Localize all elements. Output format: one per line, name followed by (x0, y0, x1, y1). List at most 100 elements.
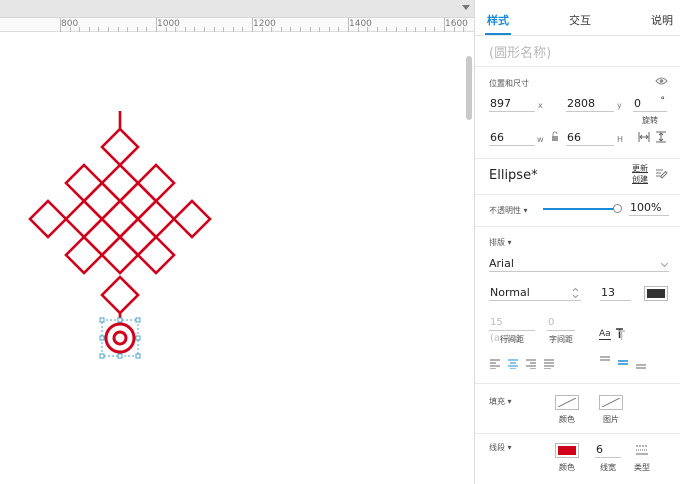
font-family-value: Arial (489, 257, 514, 270)
opacity-slider-knob[interactable] (613, 204, 622, 213)
knot-diamond[interactable] (136, 199, 176, 239)
font-family-select[interactable]: Arial (489, 256, 669, 272)
edit-style-icon[interactable] (655, 168, 668, 183)
font-weight-select[interactable]: Normal (489, 285, 581, 301)
border-title: 线段 ▾ (489, 443, 512, 452)
knot-diamond[interactable] (64, 163, 104, 203)
y-label: y (617, 101, 622, 110)
divider (475, 158, 680, 159)
create-label: 创建 (632, 175, 648, 184)
x-field[interactable]: 897 (489, 96, 535, 112)
divider (475, 66, 680, 67)
opacity-slider-track[interactable] (543, 208, 617, 210)
knot-bottom-diamond[interactable] (100, 275, 140, 315)
chevron-down-icon[interactable] (462, 5, 470, 10)
knot-right-diamond[interactable] (172, 199, 212, 239)
chevron-down-icon (660, 259, 669, 268)
align-right-icon[interactable] (525, 359, 537, 372)
knot-left-diamond[interactable] (28, 199, 68, 239)
font-size-field[interactable]: 13 (600, 285, 631, 301)
line-type-label: 类型 (634, 463, 650, 472)
opacity-label: 不透明性 ▾ (489, 206, 528, 215)
align-center-icon[interactable] (507, 359, 519, 372)
x-label: x (538, 101, 543, 110)
ruler-label: 1000 (157, 19, 180, 29)
align-justify-icon[interactable] (543, 359, 555, 372)
divider (475, 194, 680, 195)
design-canvas[interactable]: 800 1000 1200 1400 1600 (0, 0, 474, 484)
height-field[interactable]: 66 (566, 130, 614, 146)
text-format-icon[interactable]: Aa (599, 329, 611, 340)
char-spacing-field[interactable]: 0 (547, 315, 575, 331)
rotation-label: 旋转 (642, 116, 658, 125)
ruler-label: 800 (61, 19, 79, 29)
inspector-tabs: 样式 交互 说明 (475, 0, 680, 36)
knot-diamond[interactable] (100, 163, 140, 203)
border-width-label: 线宽 (600, 463, 616, 472)
rotation-field[interactable]: 0 ° (633, 96, 667, 112)
fill-color-swatch[interactable] (555, 395, 579, 410)
font-weight-value: Normal (490, 286, 530, 299)
shape-type-label: Ellipse* (489, 168, 538, 183)
position-size-title: 位置和尺寸 (489, 79, 529, 88)
knot-inner-diamond[interactable] (118, 217, 158, 257)
text-shadow-icon[interactable] (615, 328, 626, 343)
fill-title: 填充 ▾ (489, 397, 512, 406)
inspector-panel: 样式 交互 说明 (圆形名称) 位置和尺寸 897 x 2808 y 0 ° 旋… (474, 0, 680, 484)
border-color-label: 颜色 (559, 463, 575, 472)
line-spacing-field[interactable]: 15 (auto) (489, 315, 535, 344)
fit-height-icon[interactable] (655, 131, 667, 146)
align-left-icon[interactable] (489, 359, 501, 372)
fill-image-swatch[interactable] (599, 395, 623, 410)
knot-inner-diamond[interactable] (118, 181, 158, 221)
divider (475, 433, 680, 434)
border-color-fill (558, 446, 576, 455)
ruler-label: 1200 (253, 19, 276, 29)
knot-diamond[interactable] (64, 199, 104, 239)
active-tab-indicator (485, 33, 511, 35)
degree-symbol: ° (660, 96, 666, 106)
opacity-field[interactable]: 100% (629, 200, 669, 216)
char-spacing-label: 字间距 (549, 335, 573, 344)
valign-middle-icon[interactable] (617, 355, 629, 372)
knot-diamond[interactable] (136, 163, 176, 203)
eye-icon[interactable] (655, 76, 668, 89)
tab-interaction[interactable]: 交互 (569, 12, 591, 28)
typography-title: 排版 ▾ (489, 238, 512, 247)
vertical-scrollbar[interactable] (466, 56, 472, 120)
font-color-swatch[interactable] (644, 286, 668, 301)
font-color-fill (647, 289, 665, 298)
knot-top-diamond[interactable] (100, 127, 140, 167)
stepper-icon (572, 287, 579, 299)
selected-ellipse[interactable] (104, 322, 136, 354)
knot-inner-diamond[interactable] (82, 181, 122, 221)
fill-image-label: 图片 (603, 415, 619, 424)
border-color-swatch[interactable] (555, 443, 579, 458)
update-create-link[interactable]: 更新 创建 (632, 163, 648, 185)
no-image-icon (602, 398, 620, 407)
lock-icon[interactable] (550, 131, 560, 145)
shape-name-input[interactable]: (圆形名称) (489, 42, 551, 61)
width-field[interactable]: 66 (489, 130, 535, 146)
knot-diamond[interactable] (100, 235, 140, 275)
ruler-label: 1600 (445, 19, 468, 29)
tab-notes[interactable]: 说明 (651, 12, 673, 28)
fill-color-label: 颜色 (559, 415, 575, 424)
border-width-field[interactable]: 6 (595, 442, 621, 458)
divider (475, 383, 680, 384)
knot-inner-diamond[interactable] (82, 217, 122, 257)
divider (475, 226, 680, 227)
h-label: H (617, 135, 624, 144)
canvas-top-bar (0, 0, 474, 18)
line-type-icon[interactable] (635, 444, 649, 459)
valign-top-icon[interactable] (599, 355, 611, 372)
knot-diamond[interactable] (100, 199, 140, 239)
y-field[interactable]: 2808 (566, 96, 614, 112)
no-fill-icon (558, 398, 576, 407)
horizontal-ruler: 800 1000 1200 1400 1600 (0, 18, 474, 32)
knot-diamond[interactable] (136, 235, 176, 275)
tab-style[interactable]: 样式 (487, 12, 509, 28)
valign-bottom-icon[interactable] (635, 355, 647, 372)
knot-diamond[interactable] (64, 235, 104, 275)
fit-width-icon[interactable] (638, 131, 650, 146)
